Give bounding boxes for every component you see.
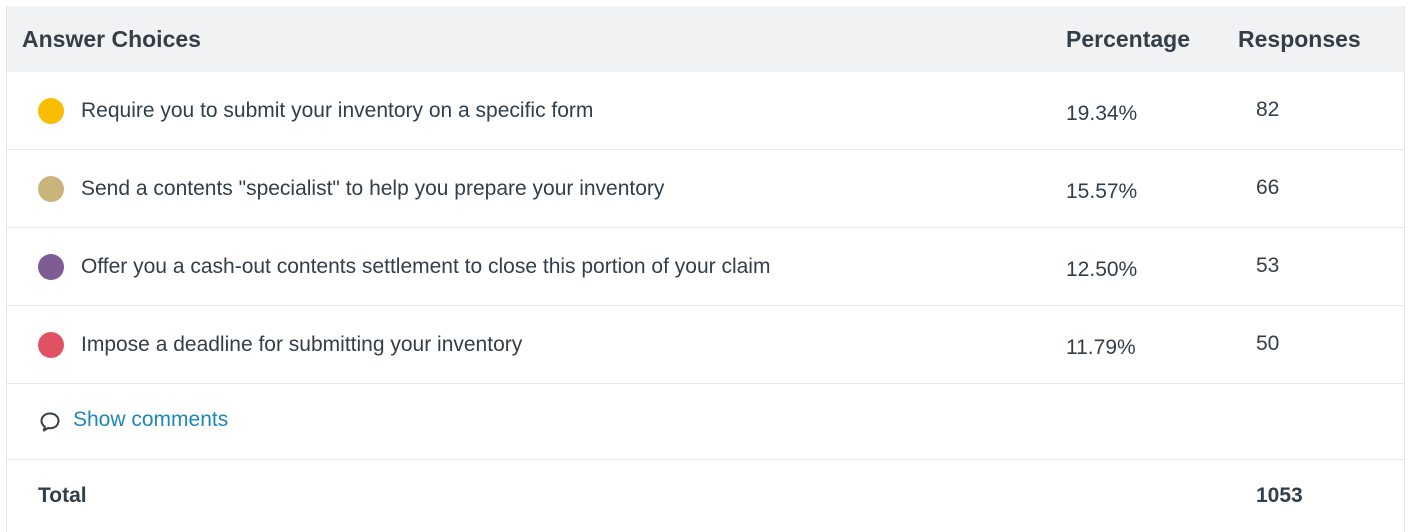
table-header: Answer Choices Percentage Responses bbox=[7, 6, 1404, 72]
total-row: Total 1053 bbox=[7, 460, 1404, 532]
percentage-value: 12.50% bbox=[1066, 257, 1138, 281]
color-dot-icon bbox=[38, 253, 64, 280]
comment-bubble-icon[interactable] bbox=[38, 410, 64, 434]
show-comments-link[interactable]: Show comments bbox=[73, 408, 228, 432]
responses-value: 50 bbox=[1256, 331, 1280, 355]
table-row: Impose a deadline for submitting your in… bbox=[7, 306, 1404, 384]
color-dot-icon bbox=[38, 331, 64, 358]
responses-value: 82 bbox=[1256, 97, 1280, 121]
total-value: 1053 bbox=[1256, 484, 1303, 507]
answer-cell: Send a contents "specialist" to help you… bbox=[7, 175, 1066, 202]
answer-label: Offer you a cash-out contents settlement… bbox=[81, 254, 771, 278]
table-row: Send a contents "specialist" to help you… bbox=[7, 150, 1404, 228]
responses-value: 53 bbox=[1256, 253, 1280, 277]
answer-label: Send a contents "specialist" to help you… bbox=[81, 176, 665, 200]
percentage-value: 19.34% bbox=[1066, 101, 1138, 125]
percentage-value: 11.79% bbox=[1066, 335, 1136, 359]
answer-cell: Offer you a cash-out contents settlement… bbox=[7, 253, 1066, 280]
color-dot-icon bbox=[38, 175, 64, 202]
comments-row: Show comments bbox=[7, 384, 1404, 460]
percentage-value: 15.57% bbox=[1066, 179, 1138, 203]
answer-cell: Impose a deadline for submitting your in… bbox=[7, 331, 1066, 358]
header-responses[interactable]: Responses bbox=[1238, 26, 1404, 53]
answer-label: Require you to submit your inventory on … bbox=[81, 98, 594, 122]
table-row: Require you to submit your inventory on … bbox=[7, 72, 1404, 150]
header-percentage[interactable]: Percentage bbox=[1066, 26, 1238, 53]
answer-label: Impose a deadline for submitting your in… bbox=[81, 332, 523, 356]
color-dot-icon bbox=[38, 97, 64, 124]
answer-cell: Require you to submit your inventory on … bbox=[7, 97, 1066, 124]
table-row: Offer you a cash-out contents settlement… bbox=[7, 228, 1404, 306]
responses-value: 66 bbox=[1256, 175, 1280, 199]
results-table: Answer Choices Percentage Responses Requ… bbox=[6, 6, 1405, 532]
header-answer-choices[interactable]: Answer Choices bbox=[7, 26, 1066, 53]
total-label: Total bbox=[38, 484, 87, 507]
